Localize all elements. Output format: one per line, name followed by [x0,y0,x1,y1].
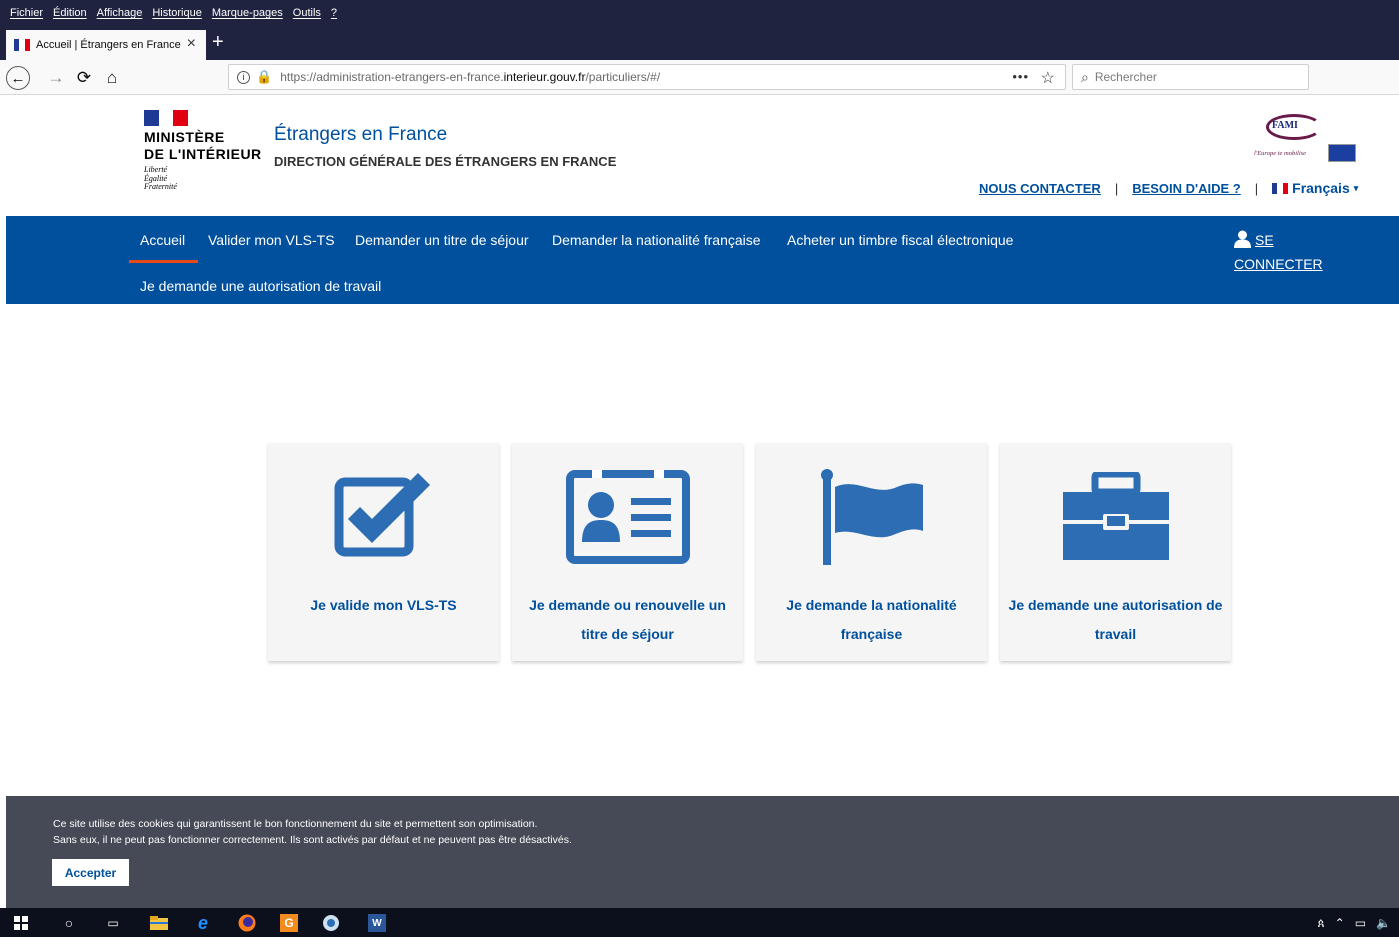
user-icon [1234,230,1251,248]
bookmark-star-icon[interactable]: ☆ [1041,68,1055,88]
marianne-flag-icon [144,110,189,126]
fami-logo: FAMI l'Europe te mobilise [1250,110,1358,170]
contact-link[interactable]: NOUS CONTACTER [979,181,1101,196]
french-flag-icon [1272,182,1289,194]
menu-help[interactable]: ? [331,7,337,19]
menu-fichier[interactable]: Fichier [10,7,43,19]
separator: | [1254,180,1259,196]
browser-tab[interactable]: Accueil | Étrangers en France × [6,30,206,60]
windows-start-icon[interactable] [12,914,30,932]
card-label: Je valide mon VLS-TS [310,597,457,613]
accept-cookies-button[interactable]: Accepter [52,859,129,886]
nav-valider-vls-ts[interactable]: Valider mon VLS-TS [208,232,335,248]
firefox-icon[interactable] [238,914,256,932]
menu-edition[interactable]: Édition [53,7,87,19]
system-tray: ጰ ⌃ ▭ 🔈 [1317,916,1391,931]
card-autorisation-travail[interactable]: Je demande une autorisation de travail [1000,443,1231,661]
nav-nationalite[interactable]: Demander la nationalité française [552,232,761,248]
nav-active-indicator [129,260,198,263]
address-bar[interactable]: i 🔒 https://administration-etrangers-en-… [228,64,1066,90]
card-label: Je demande ou renouvelle un titre de séj… [529,597,726,642]
eu-flag-icon [1328,144,1356,162]
fami-tagline: l'Europe te mobilise [1254,150,1307,157]
language-select[interactable]: Français ▾ [1272,180,1358,196]
forward-icon[interactable]: → [44,66,68,90]
windows-taskbar: ○ ▭ e G W ጰ ⌃ ▭ 🔈 [0,908,1399,937]
new-tab-icon[interactable]: + [212,32,224,52]
lock-icon[interactable]: 🔒 [256,69,272,85]
site-subtitle: DIRECTION GÉNÉRALE DES ÉTRANGERS EN FRAN… [274,154,617,169]
card-titre-sejour[interactable]: Je demande ou renouvelle un titre de séj… [512,443,743,661]
ministry-line1: MINISTÈRE [144,129,225,145]
card-vls-ts[interactable]: Je valide mon VLS-TS [268,443,499,661]
menu-affichage[interactable]: Affichage [97,7,143,19]
task-view-icon[interactable]: ▭ [104,914,122,932]
nav-autorisation-travail[interactable]: Je demande une autorisation de travail [140,278,381,294]
nav-accueil[interactable]: Accueil [140,232,185,248]
motto-fraternite: Fraternité [144,182,177,191]
reload-icon[interactable]: ⟳ [72,66,96,90]
network-tray-icon[interactable]: ▭ [1355,916,1366,931]
main-nav: Accueil Valider mon VLS-TS Demander un t… [6,216,1399,304]
header-links: NOUS CONTACTER | BESOIN D'AIDE ? | Franç… [979,180,1358,196]
browser-tabbar: Accueil | Étrangers en France × + [0,26,1399,60]
browser-menubar: Fichier Édition Affichage Historique Mar… [0,0,1399,26]
nav-timbre-fiscal[interactable]: Acheter un timbre fiscal électronique [787,232,1013,248]
browser-navbar: ← → ⟳ ⌂ i 🔒 https://administration-etran… [0,60,1399,95]
briefcase-icon [1062,472,1169,560]
people-icon[interactable]: ጰ [1317,916,1324,931]
menu-marque-pages[interactable]: Marque-pages [212,7,283,19]
ministry-line2: DE L'INTÉRIEUR [144,146,262,162]
page-info-icon[interactable]: i [237,70,250,84]
card-nationalite[interactable]: Je demande la nationalité française [756,443,987,661]
republic-motto: Liberté Égalité Fraternité [144,165,177,192]
volume-icon[interactable]: 🔈 [1376,916,1391,931]
page-actions-icon[interactable]: ••• [1012,69,1029,84]
search-icon[interactable]: ○ [60,914,78,932]
menu-outils[interactable]: Outils [293,7,321,19]
search-icon: ⌕ [1081,68,1089,85]
cookie-text-2: Sans eux, il ne peut pas fonctionner cor… [53,834,572,846]
cookie-text-1: Ce site utilise des cookies qui garantis… [53,818,538,830]
site-title[interactable]: Étrangers en France [274,124,447,146]
site-header: MINISTÈRE DE L'INTÉRIEUR Liberté Égalité… [6,96,1399,216]
cookie-banner: Ce site utilise des cookies qui garantis… [6,796,1399,908]
back-icon[interactable]: ← [6,66,30,90]
tray-chevron-icon[interactable]: ⌃ [1335,916,1345,931]
network-app-icon[interactable] [322,914,340,932]
tab-title: Accueil | Étrangers en France [36,39,181,51]
url-suffix: /particuliers/#/ [585,70,661,84]
app-g-icon[interactable]: G [280,914,298,932]
file-explorer-icon[interactable] [150,914,168,932]
language-label: Français [1292,180,1350,196]
search-placeholder: Rechercher [1094,70,1157,84]
separator: | [1114,180,1119,196]
flag-icon [820,469,923,565]
checkbox-icon [334,473,430,557]
url-prefix: https://administration-etrangers-en-fran… [280,70,504,84]
home-icon[interactable]: ⌂ [100,66,124,90]
search-input[interactable]: ⌕ Rechercher [1072,64,1309,90]
card-label: Je demande la nationalité française [786,597,957,642]
menu-historique[interactable]: Historique [152,7,202,19]
caret-down-icon: ▾ [1353,182,1359,193]
id-card-icon [565,470,690,564]
url-domain: interieur.gouv.fr [503,70,586,84]
login-label-2: CONNECTER [1234,256,1323,272]
fami-text: FAMI [1272,120,1298,131]
tab-close-icon[interactable]: × [187,36,196,52]
help-link[interactable]: BESOIN D'AIDE ? [1132,181,1241,196]
card-label: Je demande une autorisation de travail [1008,597,1223,642]
tab-favicon [14,39,30,51]
nav-titre-sejour[interactable]: Demander un titre de séjour [355,232,529,248]
login-link[interactable]: SE CONNECTER [1234,228,1323,276]
word-icon[interactable]: W [368,914,386,932]
internet-explorer-icon[interactable]: e [194,913,212,933]
login-label-1: SE [1255,232,1274,248]
